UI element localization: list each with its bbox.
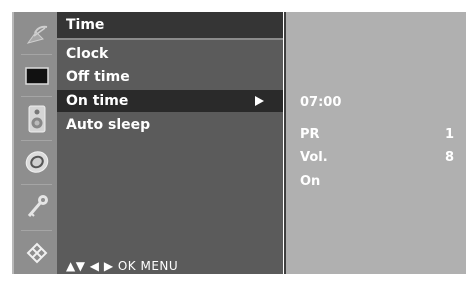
pr-value[interactable]: 1 bbox=[445, 126, 454, 144]
menu-title: Time bbox=[66, 17, 105, 33]
navigation-hint: ▲▼ ◀ ▶ OK MENU bbox=[57, 258, 283, 274]
submenu-arrow-icon bbox=[255, 96, 264, 106]
icon-divider bbox=[21, 184, 52, 185]
satellite-dish-icon[interactable] bbox=[14, 16, 59, 53]
pr-label: PR bbox=[300, 127, 320, 142]
menu-item-label: Clock bbox=[66, 46, 109, 62]
menu-item-clock[interactable]: Clock bbox=[57, 43, 283, 65]
menu-item-off-time[interactable]: Off time bbox=[57, 66, 283, 88]
on-time-value[interactable]: 07:00 bbox=[300, 94, 341, 112]
icon-divider bbox=[21, 230, 52, 231]
menu-item-label: On time bbox=[66, 93, 129, 109]
icon-divider bbox=[21, 54, 52, 55]
volume-label: Vol. bbox=[300, 150, 328, 165]
time-menu: Time Clock Off time On time Auto sleep ▲… bbox=[57, 12, 283, 274]
icon-divider bbox=[21, 140, 52, 141]
menu-header: Time bbox=[57, 12, 283, 40]
menu-item-auto-sleep[interactable]: Auto sleep bbox=[57, 114, 283, 136]
navigation-hint-text: ▲▼ ◀ ▶ OK MENU bbox=[66, 259, 179, 273]
on-off-state[interactable]: On bbox=[300, 173, 320, 191]
menu-item-label: Auto sleep bbox=[66, 117, 151, 133]
key-icon[interactable] bbox=[14, 188, 59, 225]
icon-divider bbox=[21, 96, 52, 97]
screen-icon[interactable] bbox=[14, 57, 59, 94]
tv-osd-menu: Time Clock Off time On time Auto sleep ▲… bbox=[0, 0, 474, 284]
menu-category-column bbox=[12, 12, 59, 274]
menu-item-label: Off time bbox=[66, 69, 130, 85]
on-time-settings-panel: 07:00 PR 1 Vol. 8 On bbox=[284, 12, 466, 274]
menu-item-on-time[interactable]: On time bbox=[57, 90, 283, 112]
speaker-icon[interactable] bbox=[14, 100, 59, 137]
volume-value[interactable]: 8 bbox=[445, 149, 454, 167]
clock-icon[interactable] bbox=[14, 143, 59, 180]
option-icon[interactable] bbox=[14, 234, 59, 271]
